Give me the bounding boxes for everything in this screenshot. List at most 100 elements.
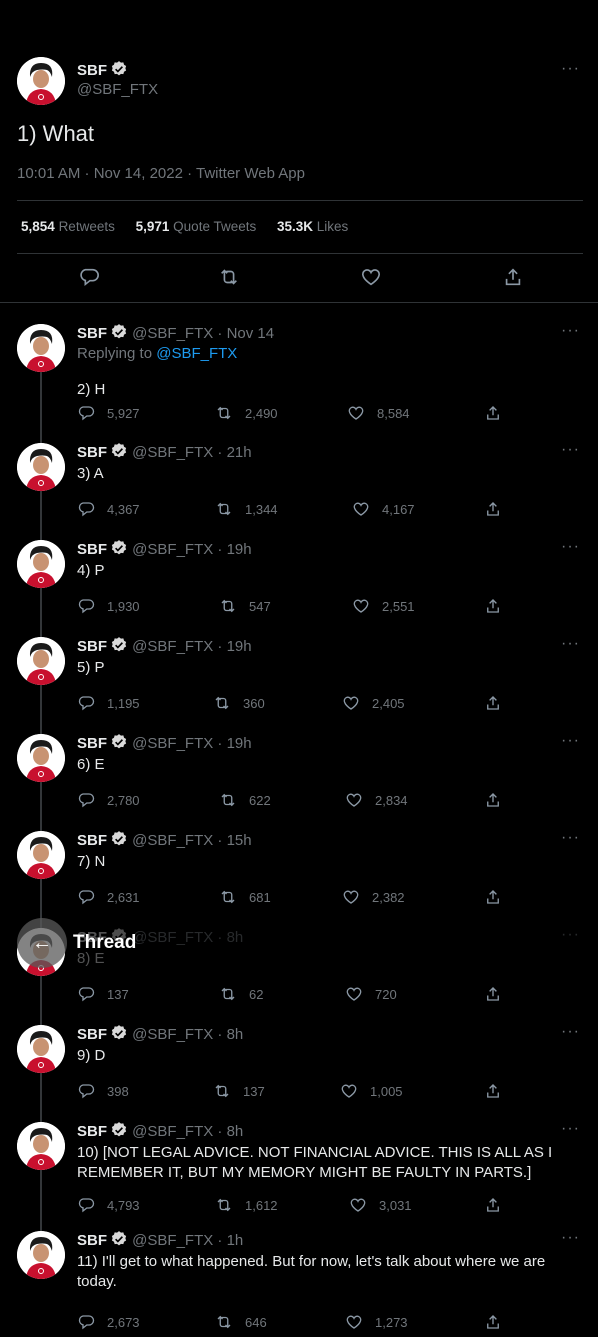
avatar[interactable] (17, 443, 65, 491)
reply-time[interactable]: · 19h (217, 541, 251, 558)
back-button[interactable]: ← (17, 918, 67, 968)
share-button[interactable] (484, 597, 502, 615)
reply-time[interactable]: · 8h (217, 929, 243, 946)
author-handle[interactable]: @SBF_FTX (132, 541, 213, 558)
reply-button[interactable]: 398 (77, 1082, 129, 1100)
reply-time[interactable]: · 8h (217, 1123, 243, 1140)
reply-button[interactable]: 5,927 (77, 404, 140, 422)
avatar[interactable] (17, 1122, 65, 1170)
author-handle[interactable]: @SBF_FTX (132, 1232, 213, 1249)
author-name[interactable]: SBF (77, 638, 107, 655)
more-options-icon[interactable]: ··· (561, 1120, 580, 1138)
reply-button[interactable]: 4,367 (77, 500, 140, 518)
like-button[interactable]: 2,382 (342, 888, 405, 906)
author-handle[interactable]: @SBF_FTX (132, 325, 213, 342)
share-button[interactable] (484, 888, 502, 906)
reply-button[interactable]: 2,673 (77, 1313, 140, 1331)
author-name[interactable]: SBF (77, 325, 107, 342)
author-name[interactable]: SBF (77, 735, 107, 752)
reply-time[interactable]: · 21h (217, 444, 251, 461)
more-options-icon[interactable]: ··· (561, 732, 580, 750)
retweet-button[interactable]: 2,490 (215, 404, 278, 422)
more-options-icon[interactable]: ··· (561, 1229, 580, 1247)
reply-time[interactable]: · 19h (217, 735, 251, 752)
more-options-icon[interactable]: ··· (561, 1023, 580, 1041)
like-button[interactable]: 2,405 (342, 694, 405, 712)
reply-time[interactable]: · 8h (217, 1026, 243, 1043)
author-handle[interactable]: @SBF_FTX (132, 1123, 213, 1140)
like-button[interactable]: 1,005 (340, 1082, 403, 1100)
share-button[interactable] (484, 1082, 502, 1100)
more-options-icon[interactable]: ··· (561, 322, 580, 340)
author-name[interactable]: SBF (77, 1123, 107, 1140)
author-name[interactable]: SBF (77, 62, 107, 79)
avatar[interactable] (17, 540, 65, 588)
avatar[interactable] (17, 324, 65, 372)
avatar[interactable] (17, 1231, 65, 1279)
avatar[interactable] (17, 637, 65, 685)
reply-button[interactable]: 2,631 (77, 888, 140, 906)
reply-button[interactable]: 1,930 (77, 597, 140, 615)
more-options-icon[interactable]: ··· (561, 538, 580, 556)
tweet-timestamp[interactable]: 10:01 AM · Nov 14, 2022 · Twitter Web Ap… (17, 165, 305, 182)
avatar[interactable] (17, 734, 65, 782)
reply-button[interactable]: 1,195 (77, 694, 140, 712)
avatar[interactable] (17, 1025, 65, 1073)
author-name[interactable]: SBF (77, 1026, 107, 1043)
author-handle[interactable]: @SBF_FTX (77, 81, 158, 98)
reply-button[interactable]: 2,780 (77, 791, 140, 809)
share-button[interactable] (484, 791, 502, 809)
retweet-button[interactable]: 681 (219, 888, 271, 906)
author-handle[interactable]: @SBF_FTX (132, 735, 213, 752)
author-name[interactable]: SBF (77, 541, 107, 558)
quotes-stat[interactable]: 5,971 Quote Tweets (136, 219, 257, 234)
reply-time[interactable]: · 1h (217, 1232, 243, 1249)
like-icon[interactable] (360, 266, 382, 293)
more-options-icon[interactable]: ··· (561, 60, 580, 78)
reply-button[interactable]: 137 (77, 985, 129, 1003)
like-button[interactable]: 3,031 (349, 1196, 412, 1214)
more-options-icon[interactable]: ··· (561, 829, 580, 847)
like-button[interactable]: 8,584 (347, 404, 410, 422)
like-button[interactable]: 4,167 (352, 500, 415, 518)
share-icon[interactable] (502, 266, 524, 293)
share-button[interactable] (484, 694, 502, 712)
author-handle[interactable]: @SBF_FTX (132, 832, 213, 849)
like-button[interactable]: 2,551 (352, 597, 415, 615)
more-options-icon[interactable]: ··· (561, 635, 580, 653)
retweet-button[interactable]: 1,344 (215, 500, 278, 518)
retweet-button[interactable]: 62 (219, 985, 263, 1003)
share-button[interactable] (484, 985, 502, 1003)
reply-button[interactable]: 4,793 (77, 1196, 140, 1214)
author-handle[interactable]: @SBF_FTX (132, 638, 213, 655)
retweets-stat[interactable]: 5,854 Retweets (21, 219, 115, 234)
retweet-button[interactable]: 1,612 (215, 1196, 278, 1214)
retweet-button[interactable]: 360 (213, 694, 265, 712)
author-name[interactable]: SBF (77, 1232, 107, 1249)
retweet-icon[interactable] (218, 266, 240, 293)
reply-time[interactable]: · 15h (217, 832, 251, 849)
author-handle[interactable]: @SBF_FTX (132, 444, 213, 461)
replying-to-link[interactable]: @SBF_FTX (156, 345, 237, 362)
like-button[interactable]: 720 (345, 985, 397, 1003)
avatar[interactable] (17, 831, 65, 879)
author-name-row[interactable]: SBF (77, 60, 128, 83)
author-handle[interactable]: @SBF_FTX (132, 1026, 213, 1043)
share-button[interactable] (484, 1313, 502, 1331)
like-button[interactable]: 2,834 (345, 791, 408, 809)
reply-time[interactable]: · Nov 14 (217, 325, 274, 342)
more-options-icon[interactable]: ··· (561, 926, 580, 944)
likes-stat[interactable]: 35.3K Likes (277, 219, 348, 234)
retweet-button[interactable]: 547 (219, 597, 271, 615)
like-button[interactable]: 1,273 (345, 1313, 408, 1331)
reply-icon[interactable] (78, 266, 100, 293)
author-handle[interactable]: @SBF_FTX (132, 929, 213, 946)
author-name[interactable]: SBF (77, 832, 107, 849)
more-options-icon[interactable]: ··· (561, 441, 580, 459)
retweet-button[interactable]: 622 (219, 791, 271, 809)
share-button[interactable] (484, 500, 502, 518)
share-button[interactable] (484, 404, 502, 422)
retweet-button[interactable]: 137 (213, 1082, 265, 1100)
reply-time[interactable]: · 19h (217, 638, 251, 655)
author-name[interactable]: SBF (77, 444, 107, 461)
